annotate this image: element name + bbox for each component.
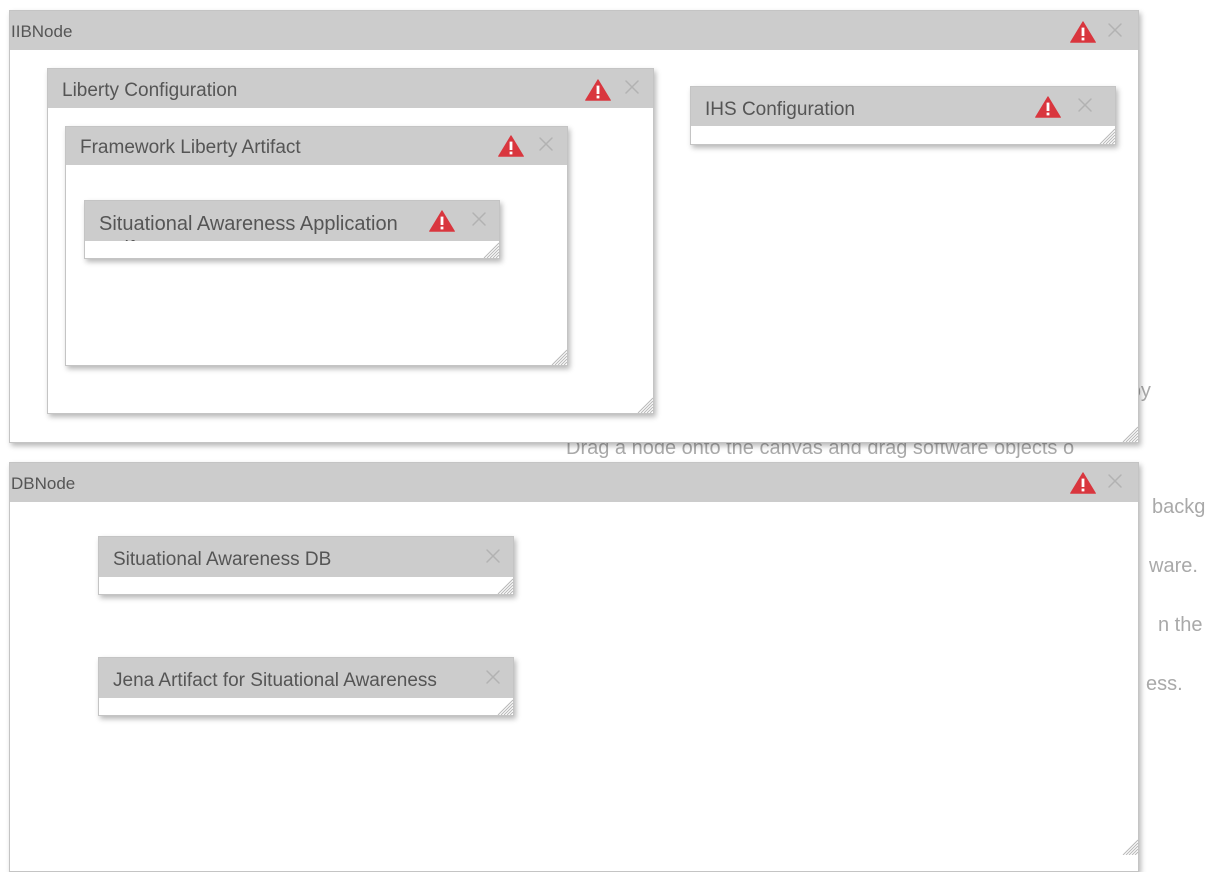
resize-handle-icon[interactable]: [1122, 839, 1138, 855]
warning-icon[interactable]: [498, 135, 524, 157]
resize-handle-icon[interactable]: [551, 349, 567, 365]
node-title: DBNode: [11, 474, 76, 493]
resize-handle-icon[interactable]: [1099, 128, 1115, 144]
component-framework-liberty-artifact[interactable]: Framework Liberty Artifact Situational A…: [65, 126, 568, 366]
node-iib[interactable]: IIBNode Liberty Configuration Framework …: [9, 10, 1139, 443]
warning-icon[interactable]: [1070, 21, 1096, 43]
close-icon[interactable]: [1077, 97, 1093, 113]
component-situational-awareness-db[interactable]: Situational Awareness DB: [98, 536, 514, 595]
resize-handle-icon[interactable]: [1122, 426, 1138, 442]
resize-handle-icon[interactable]: [483, 242, 499, 258]
close-icon[interactable]: [538, 136, 554, 152]
help-text-line-4: ware.: [1149, 555, 1198, 577]
warning-icon[interactable]: [1070, 472, 1096, 494]
close-icon[interactable]: [624, 79, 640, 95]
node-title: IIBNode: [11, 22, 73, 41]
resize-handle-icon[interactable]: [637, 397, 653, 413]
component-title: Framework Liberty Artifact: [80, 137, 301, 158]
close-icon[interactable]: [485, 669, 501, 685]
component-title: Liberty Configuration: [62, 80, 238, 101]
component-liberty-configuration[interactable]: Liberty Configuration Framework Liberty …: [47, 68, 654, 414]
node-db[interactable]: DBNode Situational Awareness DB Jena Art…: [9, 462, 1139, 872]
help-text-line-6: ess.: [1146, 673, 1183, 695]
help-text-line-5: n the: [1158, 614, 1203, 636]
component-ihs-configuration[interactable]: IHS Configuration: [690, 86, 1116, 145]
close-icon[interactable]: [471, 211, 487, 227]
component-header[interactable]: Situational Awareness Application Artifa…: [85, 201, 499, 241]
warning-icon[interactable]: [585, 79, 611, 101]
component-header[interactable]: Framework Liberty Artifact: [66, 127, 567, 165]
component-header[interactable]: IHS Configuration: [691, 87, 1115, 126]
resize-handle-icon[interactable]: [497, 578, 513, 594]
component-title: Situational Awareness Application Artifa…: [99, 213, 398, 241]
resize-handle-icon[interactable]: [497, 699, 513, 715]
warning-icon[interactable]: [429, 210, 455, 232]
close-icon[interactable]: [485, 548, 501, 564]
component-header[interactable]: Liberty Configuration: [48, 69, 653, 108]
help-text-line-3: backg: [1152, 496, 1206, 518]
close-icon[interactable]: [1107, 473, 1123, 489]
component-title: Situational Awareness DB: [113, 549, 332, 570]
node-db-header[interactable]: DBNode: [10, 463, 1138, 502]
component-title: Jena Artifact for Situational Awareness: [113, 670, 437, 691]
component-situational-awareness-application-artifact[interactable]: Situational Awareness Application Artifa…: [84, 200, 500, 259]
node-iib-header[interactable]: IIBNode: [10, 11, 1138, 50]
component-title: IHS Configuration: [705, 99, 855, 120]
component-header[interactable]: Situational Awareness DB: [99, 537, 513, 577]
warning-icon[interactable]: [1035, 96, 1061, 118]
component-header[interactable]: Jena Artifact for Situational Awareness: [99, 658, 513, 698]
component-jena-artifact[interactable]: Jena Artifact for Situational Awareness: [98, 657, 514, 716]
close-icon[interactable]: [1107, 22, 1123, 38]
